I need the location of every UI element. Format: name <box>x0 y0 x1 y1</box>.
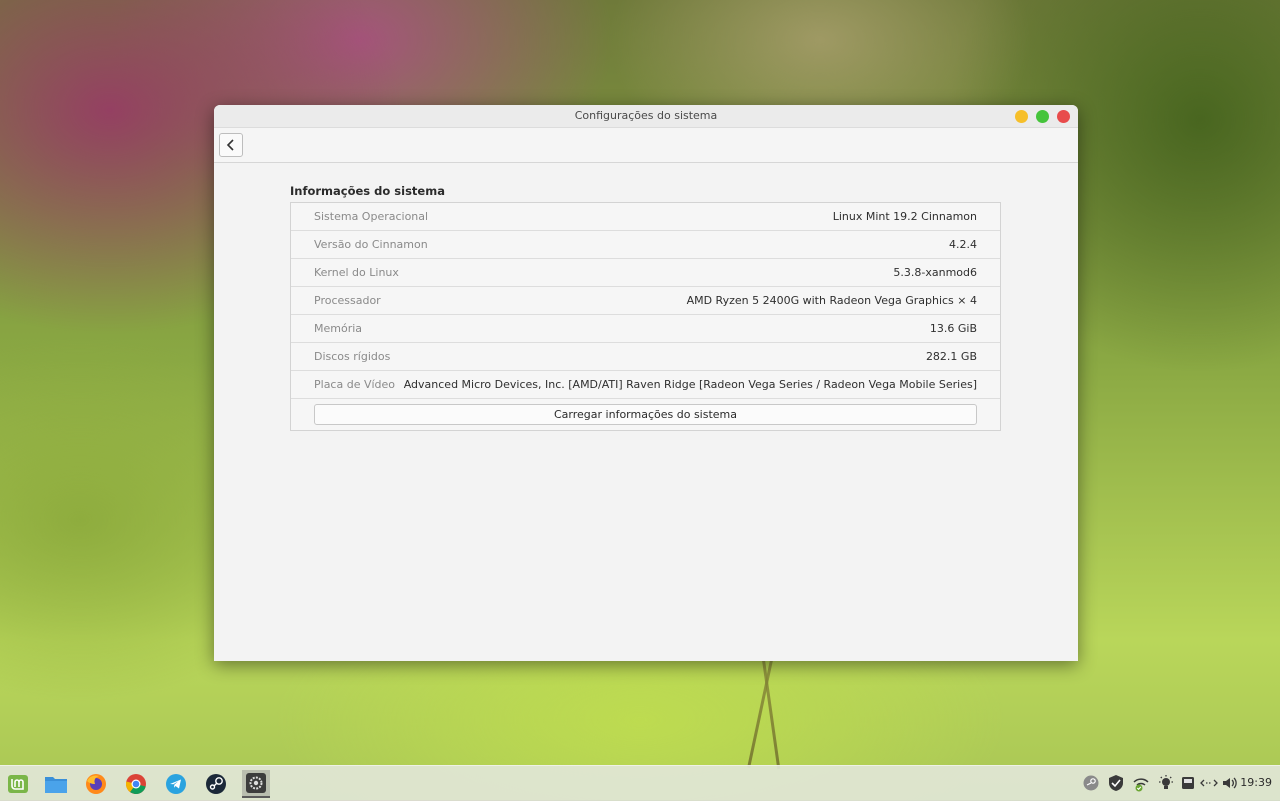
info-label: Discos rígidos <box>314 350 391 363</box>
steam-tray[interactable] <box>1082 774 1100 792</box>
system-info-list: Sistema Operacional Linux Mint 19.2 Cinn… <box>290 202 1001 431</box>
keyboard-icon <box>1200 779 1218 787</box>
security-tray[interactable] <box>1107 774 1125 792</box>
removable-drive-tray[interactable] <box>1179 774 1197 792</box>
brightness-tray[interactable] <box>1157 774 1175 792</box>
files-icon <box>45 777 67 793</box>
mint-menu-icon <box>8 775 28 793</box>
network-icon <box>1133 778 1149 792</box>
network-tray[interactable] <box>1132 774 1150 792</box>
steam-icon <box>206 774 226 794</box>
chrome-icon <box>125 774 146 795</box>
telegram-launcher[interactable] <box>162 770 190 798</box>
info-label: Placa de Vídeo <box>314 378 396 391</box>
info-label: Sistema Operacional <box>314 210 429 223</box>
chrome-launcher[interactable] <box>122 770 150 798</box>
info-row-memory: Memória 13.6 GiB <box>291 315 1000 343</box>
info-value: 5.3.8-xanmod6 <box>893 266 977 279</box>
mint-menu-button[interactable] <box>4 770 32 798</box>
toolbar <box>214 128 1078 163</box>
keyboard-tray[interactable] <box>1200 774 1218 792</box>
back-button[interactable] <box>219 133 243 157</box>
minimize-button[interactable] <box>1015 110 1028 123</box>
info-value: 13.6 GiB <box>929 322 977 335</box>
volume-icon <box>1223 777 1237 789</box>
window-title: Configurações do sistema <box>574 109 718 122</box>
info-label: Memória <box>314 322 363 335</box>
volume-tray[interactable] <box>1221 774 1239 792</box>
info-value: Advanced Micro Devices, Inc. [AMD/ATI] R… <box>403 378 977 391</box>
files-launcher[interactable] <box>42 770 70 798</box>
info-label: Kernel do Linux <box>314 266 399 279</box>
maximize-button[interactable] <box>1036 110 1049 123</box>
info-value: AMD Ryzen 5 2400G with Radeon Vega Graph… <box>686 294 977 307</box>
telegram-icon <box>166 774 186 794</box>
title-bar[interactable]: Configurações do sistema <box>214 105 1078 128</box>
section-title: Informações do sistema <box>290 184 445 198</box>
system-settings-launcher[interactable] <box>242 770 270 798</box>
taskbar-panel: 19:39 <box>0 765 1280 801</box>
removable-drive-icon <box>1182 777 1194 789</box>
info-row-disks: Discos rígidos 282.1 GB <box>291 343 1000 371</box>
info-value: 4.2.4 <box>949 238 977 251</box>
info-row-processor: Processador AMD Ryzen 5 2400G with Radeo… <box>291 287 1000 315</box>
chevron-left-icon <box>226 139 234 151</box>
info-value: 282.1 GB <box>925 350 977 363</box>
info-row-cinnamon: Versão do Cinnamon 4.2.4 <box>291 231 1000 259</box>
shield-icon <box>1109 775 1123 791</box>
info-label: Versão do Cinnamon <box>314 238 428 251</box>
firefox-icon <box>86 774 106 794</box>
system-settings-window: Configurações do sistema Informações do … <box>214 105 1078 661</box>
info-row-kernel: Kernel do Linux 5.3.8-xanmod6 <box>291 259 1000 287</box>
info-row-os: Sistema Operacional Linux Mint 19.2 Cinn… <box>291 203 1000 231</box>
info-value: Linux Mint 19.2 Cinnamon <box>832 210 977 223</box>
settings-icon <box>246 773 266 793</box>
clock[interactable]: 19:39 <box>1240 776 1272 789</box>
steam-tray-icon <box>1083 775 1099 791</box>
close-button[interactable] <box>1057 110 1070 123</box>
brightness-icon <box>1159 775 1173 789</box>
firefox-launcher[interactable] <box>82 770 110 798</box>
info-label: Processador <box>314 294 381 307</box>
wallpaper-grass <box>762 659 781 770</box>
load-system-info-button[interactable]: Carregar informações do sistema <box>314 404 977 425</box>
steam-launcher[interactable] <box>202 770 230 798</box>
info-row-video: Placa de Vídeo Advanced Micro Devices, I… <box>291 371 1000 399</box>
button-row: Carregar informações do sistema <box>291 399 1000 430</box>
